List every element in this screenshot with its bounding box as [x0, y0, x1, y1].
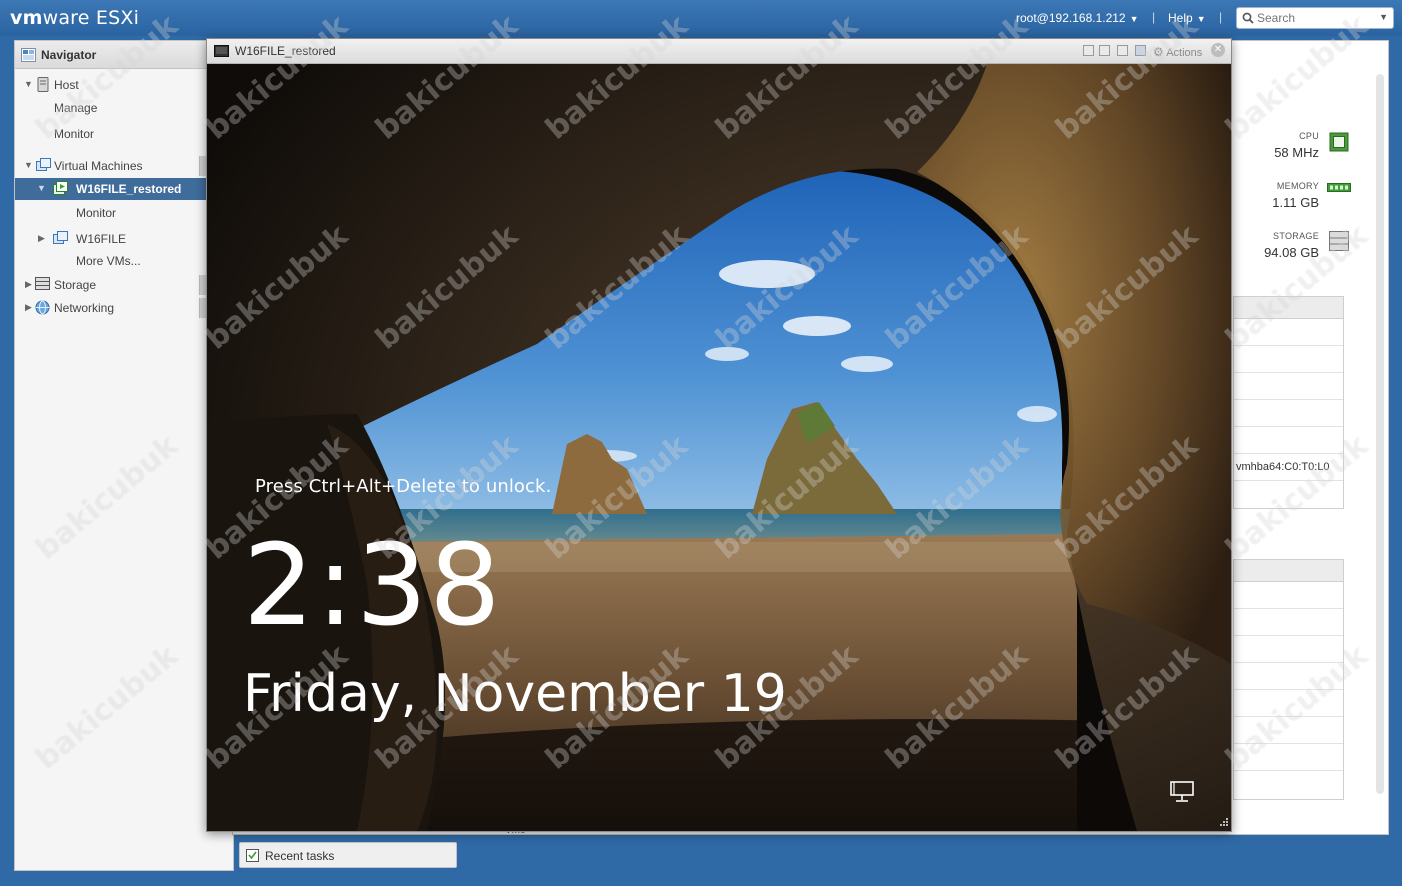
nav-host-label: Host	[54, 78, 79, 92]
memory-icon	[1327, 183, 1351, 192]
nav-virtual-machines[interactable]: ▼ Virtual Machines	[15, 155, 207, 177]
vm-console-window[interactable]: W16FILE_restored ⚙ Actions ✕ Press Ctrl+…	[206, 38, 1232, 832]
navigator-panel: Navigator ▼ Host Manage Monitor ▼ Virtua…	[14, 40, 234, 871]
nav-vm-monitor[interactable]: Monitor	[15, 202, 207, 224]
nav-host-monitor[interactable]: Monitor	[15, 123, 207, 145]
chevron-right-icon[interactable]: ▶	[25, 302, 32, 313]
chevron-down-icon[interactable]: ▼	[24, 79, 33, 89]
storage-metric: STORAGE 94.08 GB	[1241, 231, 1319, 260]
resize-handle[interactable]	[199, 298, 206, 318]
configuration-table	[1233, 559, 1344, 800]
storage-icon	[1329, 231, 1349, 251]
resize-handle[interactable]	[199, 275, 206, 295]
gear-icon: ⚙	[1153, 45, 1164, 59]
page-scrollbar[interactable]	[1376, 74, 1384, 794]
nav-storage-label: Storage	[54, 278, 97, 292]
cpu-metric: CPU 58 MHz	[1241, 131, 1319, 160]
chevron-down-icon[interactable]: ▼	[1379, 12, 1388, 22]
chevron-down-icon: ▼	[1196, 14, 1206, 24]
storage-icon	[35, 277, 50, 290]
hardware-table: vmhba64:C0:T0:L0	[1233, 296, 1344, 509]
top-bar: vmware ESXi root@192.168.1.212 ▼ | Help ▼ …	[0, 0, 1402, 36]
navigator-title: Navigator	[41, 48, 97, 62]
nav-more-vms-label: More VMs...	[76, 254, 141, 268]
vm-icon	[53, 231, 68, 244]
chevron-down-icon: ▼	[1129, 14, 1139, 24]
vm-powered-on-icon	[53, 181, 68, 195]
console-icon	[214, 45, 229, 57]
nav-vm-w16file-label: W16FILE	[76, 232, 127, 246]
search-box[interactable]: ▼	[1236, 7, 1394, 29]
close-icon[interactable]: ✕	[1211, 43, 1225, 57]
memory-metric: MEMORY 1.11 GB	[1241, 181, 1319, 210]
console-title-bar[interactable]: W16FILE_restored ⚙ Actions ✕	[207, 39, 1231, 64]
recent-tasks-tab[interactable]: Recent tasks	[239, 842, 457, 868]
lock-screen-date: Friday, November 19	[243, 664, 787, 724]
nav-vm-monitor-label: Monitor	[76, 206, 117, 220]
nav-more-vms[interactable]: More VMs...	[15, 250, 207, 272]
cpu-label: CPU	[1299, 131, 1319, 141]
nav-host[interactable]: ▼ Host	[15, 74, 207, 96]
nav-host-manage[interactable]: Manage	[15, 97, 207, 119]
chevron-down-icon[interactable]: ▼	[24, 160, 33, 170]
nav-vm-label: W16FILE_restored	[76, 182, 182, 196]
search-icon	[1242, 12, 1254, 24]
nav-vm-w16file-restored[interactable]: ▼ W16FILE_restored	[15, 178, 207, 200]
user-name: root@192.168.1.212	[1016, 11, 1126, 25]
nav-storage[interactable]: ▶ Storage	[15, 274, 207, 296]
chevron-down-icon[interactable]: ▼	[37, 183, 46, 193]
adapter-cell: vmhba64:C0:T0:L0	[1234, 454, 1343, 481]
cpu-value: 58 MHz	[1274, 145, 1319, 160]
resize-grip-icon[interactable]	[1217, 816, 1229, 828]
nav-networking-label: Networking	[54, 301, 115, 315]
nav-host-monitor-label: Monitor	[54, 127, 95, 141]
memory-label: MEMORY	[1276, 181, 1319, 191]
lock-screen-time: 2:38	[243, 521, 503, 651]
nav-networking[interactable]: ▶ Networking	[15, 297, 207, 319]
host-icon	[37, 77, 49, 92]
storage-value: 94.08 GB	[1264, 245, 1319, 260]
help-menu[interactable]: Help ▼	[1168, 11, 1206, 25]
console-actions-menu[interactable]: ⚙ Actions	[1153, 45, 1202, 59]
console-actions-label: Actions	[1166, 47, 1203, 59]
console-title: W16FILE_restored	[235, 44, 336, 58]
tasks-icon	[246, 849, 259, 862]
memory-value: 1.11 GB	[1272, 195, 1319, 210]
storage-label: STORAGE	[1273, 231, 1319, 241]
separator: |	[1152, 10, 1156, 24]
help-label: Help	[1168, 11, 1193, 25]
search-input[interactable]	[1257, 10, 1375, 26]
chevron-right-icon[interactable]: ▶	[38, 233, 45, 244]
nav-host-manage-label: Manage	[54, 101, 98, 115]
nav-vm-w16file[interactable]: ▶ W16FILE	[15, 228, 207, 250]
user-menu[interactable]: root@192.168.1.212 ▼	[1016, 11, 1139, 25]
minimize-icon[interactable]	[1083, 45, 1094, 56]
vm-screen[interactable]: Press Ctrl+Alt+Delete to unlock. 2:38 Fr…	[207, 64, 1231, 831]
separator: |	[1219, 10, 1223, 24]
vmware-esxi-logo: vmware ESXi	[10, 7, 140, 29]
nav-virtual-machines-label: Virtual Machines	[54, 159, 143, 173]
navigator-icon	[21, 48, 36, 62]
network-status-icon[interactable]	[1170, 781, 1196, 803]
chevron-right-icon[interactable]: ▶	[25, 279, 32, 290]
navigator-header: Navigator	[15, 41, 233, 69]
maximize-icon[interactable]	[1117, 45, 1128, 56]
networking-icon	[35, 300, 50, 315]
virtual-machines-icon	[36, 158, 51, 171]
restore-icon[interactable]	[1099, 45, 1110, 56]
resize-handle[interactable]	[199, 156, 206, 176]
keyboard-layout-icon[interactable]	[1135, 45, 1146, 56]
recent-tasks-label: Recent tasks	[265, 849, 335, 863]
cpu-icon	[1329, 132, 1349, 152]
lock-screen-hint: Press Ctrl+Alt+Delete to unlock.	[255, 476, 552, 497]
